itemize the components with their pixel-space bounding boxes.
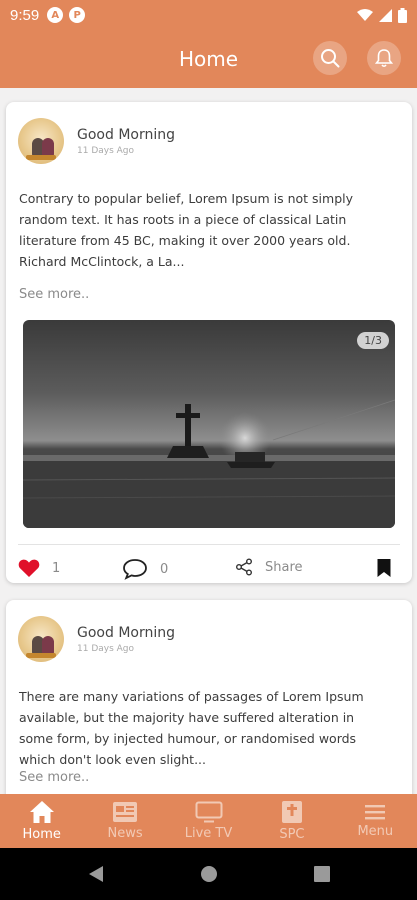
back-icon[interactable] xyxy=(88,865,104,883)
post-card: Good Morning 11 Days Ago There are many … xyxy=(6,600,412,794)
wifi-icon xyxy=(357,8,373,21)
nav-label: Live TV xyxy=(184,826,233,841)
post-image[interactable]: 1/3 xyxy=(23,320,395,528)
post-author[interactable]: Good Morning xyxy=(77,127,175,143)
divider xyxy=(18,544,400,545)
nav-spc[interactable]: SPC xyxy=(250,794,333,848)
see-more-link[interactable]: See more.. xyxy=(19,770,89,785)
menu-icon xyxy=(365,805,386,820)
post-header: Good Morning 11 Days Ago xyxy=(18,616,175,662)
bookmark-button[interactable] xyxy=(376,558,392,578)
system-navigation-bar xyxy=(0,848,417,900)
nav-menu[interactable]: Menu xyxy=(334,794,417,848)
search-button[interactable] xyxy=(313,41,347,75)
feed[interactable]: Good Morning 11 Days Ago Contrary to pop… xyxy=(0,88,417,794)
post-timestamp: 11 Days Ago xyxy=(77,145,135,156)
like-button[interactable]: 1 xyxy=(18,558,60,578)
share-icon xyxy=(236,558,252,576)
app-header: Home xyxy=(0,30,417,88)
signal-icon xyxy=(379,8,392,22)
news-icon xyxy=(113,802,138,822)
search-icon xyxy=(321,49,340,68)
post-actions: 1 0 Share xyxy=(6,558,412,584)
post-card: Good Morning 11 Days Ago Contrary to pop… xyxy=(6,102,412,583)
bottom-navigation: Home News Live TV SPC Menu xyxy=(0,794,417,848)
heart-icon xyxy=(18,559,40,577)
post-body: There are many variations of passages of… xyxy=(19,689,364,767)
post-body: Contrary to popular belief, Lorem Ipsum … xyxy=(19,191,353,269)
image-counter: 1/3 xyxy=(357,332,389,349)
home-icon xyxy=(29,801,54,823)
tv-icon xyxy=(195,801,223,823)
avatar[interactable] xyxy=(18,118,64,164)
app-notification-icon: P xyxy=(69,7,86,23)
nav-label: Home xyxy=(22,827,61,842)
nav-label: Menu xyxy=(357,824,394,839)
sunset-cross-photo xyxy=(23,399,395,528)
post-timestamp: 11 Days Ago xyxy=(77,643,135,654)
recents-icon[interactable] xyxy=(313,866,330,882)
battery-icon xyxy=(398,7,407,23)
post-header: Good Morning 11 Days Ago xyxy=(18,118,175,164)
status-time: 9:59 xyxy=(10,6,40,24)
comment-icon xyxy=(123,559,147,580)
app-notification-icon: A xyxy=(47,7,64,23)
nav-label: News xyxy=(107,826,143,841)
comment-count: 0 xyxy=(160,561,169,577)
status-bar: 9:59 A P xyxy=(0,0,417,30)
post-author[interactable]: Good Morning xyxy=(77,625,175,641)
share-button[interactable]: Share xyxy=(235,558,303,576)
home-button-icon[interactable] xyxy=(200,865,218,883)
see-more-link[interactable]: See more.. xyxy=(19,287,89,302)
book-icon xyxy=(281,801,302,823)
share-label: Share xyxy=(265,559,303,575)
bookmark-icon xyxy=(377,559,391,577)
notifications-button[interactable] xyxy=(367,41,401,75)
like-count: 1 xyxy=(52,560,61,576)
avatar[interactable] xyxy=(18,616,64,662)
comment-button[interactable]: 0 xyxy=(122,558,168,580)
nav-live-tv[interactable]: Live TV xyxy=(167,794,250,848)
bell-icon xyxy=(375,49,393,68)
nav-news[interactable]: News xyxy=(83,794,166,848)
nav-home[interactable]: Home xyxy=(0,794,83,848)
nav-label: SPC xyxy=(279,827,305,842)
page-title: Home xyxy=(178,47,239,71)
